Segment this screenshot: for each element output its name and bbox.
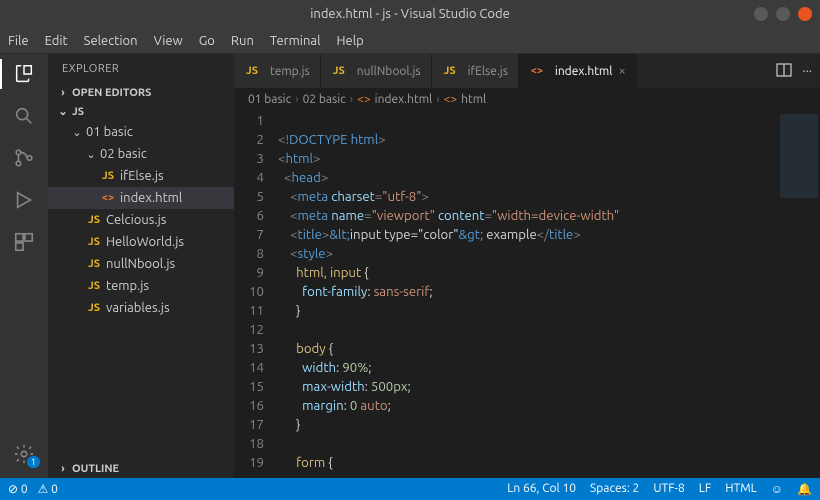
tab-temp[interactable]: JStemp.js — [234, 54, 321, 88]
menu-selection[interactable]: Selection — [84, 34, 138, 48]
js-file-icon: JS — [331, 65, 347, 77]
encoding[interactable]: UTF-8 — [653, 482, 684, 496]
settings-icon[interactable]: 1 — [12, 442, 36, 466]
activity-bar: 1 — [0, 54, 48, 478]
close-tab-icon[interactable]: × — [618, 64, 625, 78]
status-bar: ⊘ 0 ⚠ 0 Ln 66, Col 10 Spaces: 2 UTF-8 LF… — [0, 478, 820, 500]
sidebar: EXPLORER ›OPEN EDITORS ⌄JS ⌄01 basic ⌄02… — [48, 54, 234, 478]
settings-badge: 1 — [27, 456, 40, 468]
maximize-button[interactable] — [776, 7, 790, 21]
html-file-icon: <> — [357, 93, 371, 106]
file-celcious[interactable]: JSCelcious.js — [48, 209, 234, 231]
extensions-icon[interactable] — [12, 230, 36, 254]
html-file-icon: <> — [100, 192, 116, 204]
menu-terminal[interactable]: Terminal — [270, 34, 321, 48]
errors-count[interactable]: ⊘ 0 — [8, 482, 28, 496]
eol[interactable]: LF — [699, 482, 711, 496]
menu-help[interactable]: Help — [336, 34, 363, 48]
cursor-position[interactable]: Ln 66, Col 10 — [507, 482, 576, 496]
folder-01-basic[interactable]: ⌄01 basic — [48, 121, 234, 143]
menu-bar: File Edit Selection View Go Run Terminal… — [0, 28, 820, 54]
chevron-down-icon: ⌄ — [56, 105, 70, 118]
file-temp[interactable]: JStemp.js — [48, 275, 234, 297]
project-section[interactable]: ⌄JS — [48, 102, 234, 121]
tab-ifelse[interactable]: JSifElse.js — [432, 54, 519, 88]
editor-tabs: JStemp.js JSnullNbool.js JSifElse.js <>i… — [234, 54, 820, 88]
js-file-icon: JS — [100, 170, 116, 182]
menu-go[interactable]: Go — [199, 34, 215, 48]
file-variables[interactable]: JSvariables.js — [48, 297, 234, 319]
editor-area: JStemp.js JSnullNbool.js JSifElse.js <>i… — [234, 54, 820, 478]
menu-view[interactable]: View — [154, 34, 183, 48]
tab-index-html[interactable]: <>index.html× — [519, 54, 637, 88]
indent-setting[interactable]: Spaces: 2 — [590, 482, 639, 496]
explorer-icon[interactable] — [12, 62, 36, 86]
js-file-icon: JS — [244, 65, 260, 77]
js-file-icon: JS — [86, 214, 102, 226]
chevron-right-icon: › — [56, 87, 70, 99]
chevron-right-icon: › — [56, 463, 70, 475]
folder-02-basic[interactable]: ⌄02 basic — [48, 143, 234, 165]
chevron-down-icon: ⌄ — [84, 148, 98, 161]
menu-edit[interactable]: Edit — [45, 34, 68, 48]
language-mode[interactable]: HTML — [725, 482, 757, 496]
split-editor-icon[interactable] — [776, 62, 792, 81]
js-file-icon: JS — [442, 65, 458, 77]
html-tag-icon: <> — [444, 93, 458, 106]
more-actions-icon[interactable]: ··· — [802, 64, 812, 78]
minimize-button[interactable] — [754, 7, 768, 21]
window-title: index.html - js - Visual Studio Code — [310, 7, 510, 21]
menu-run[interactable]: Run — [231, 34, 254, 48]
js-file-icon: JS — [86, 280, 102, 292]
chevron-down-icon: ⌄ — [70, 126, 84, 139]
feedback-icon[interactable]: ☺ — [771, 482, 783, 496]
minimap[interactable] — [776, 110, 820, 478]
open-editors-section[interactable]: ›OPEN EDITORS — [48, 84, 234, 102]
breadcrumb[interactable]: 01 basic› 02 basic› <>index.html› <>html — [234, 88, 820, 110]
outline-section[interactable]: ›OUTLINE — [48, 460, 234, 478]
html-file-icon: <> — [529, 65, 545, 77]
file-helloworld[interactable]: JSHelloWorld.js — [48, 231, 234, 253]
file-index-html[interactable]: <>index.html — [48, 187, 234, 209]
source-control-icon[interactable] — [12, 146, 36, 170]
file-ifelse[interactable]: JSifElse.js — [48, 165, 234, 187]
sidebar-title: EXPLORER — [48, 54, 234, 84]
notifications-icon[interactable]: 🔔 — [797, 482, 812, 496]
close-button[interactable] — [798, 7, 812, 21]
line-gutter: 12345678910111213141516171819 — [234, 110, 278, 478]
js-file-icon: JS — [86, 302, 102, 314]
search-icon[interactable] — [12, 104, 36, 128]
warnings-count[interactable]: ⚠ 0 — [38, 482, 58, 496]
js-file-icon: JS — [86, 258, 102, 270]
file-nullnbool[interactable]: JSnullNbool.js — [48, 253, 234, 275]
menu-file[interactable]: File — [8, 34, 29, 48]
js-file-icon: JS — [86, 236, 102, 248]
code-editor[interactable]: <!DOCTYPE html><html> <head> <meta chars… — [278, 110, 776, 478]
tab-nullnbool[interactable]: JSnullNbool.js — [321, 54, 432, 88]
run-debug-icon[interactable] — [12, 188, 36, 212]
window-titlebar: index.html - js - Visual Studio Code — [0, 0, 820, 28]
